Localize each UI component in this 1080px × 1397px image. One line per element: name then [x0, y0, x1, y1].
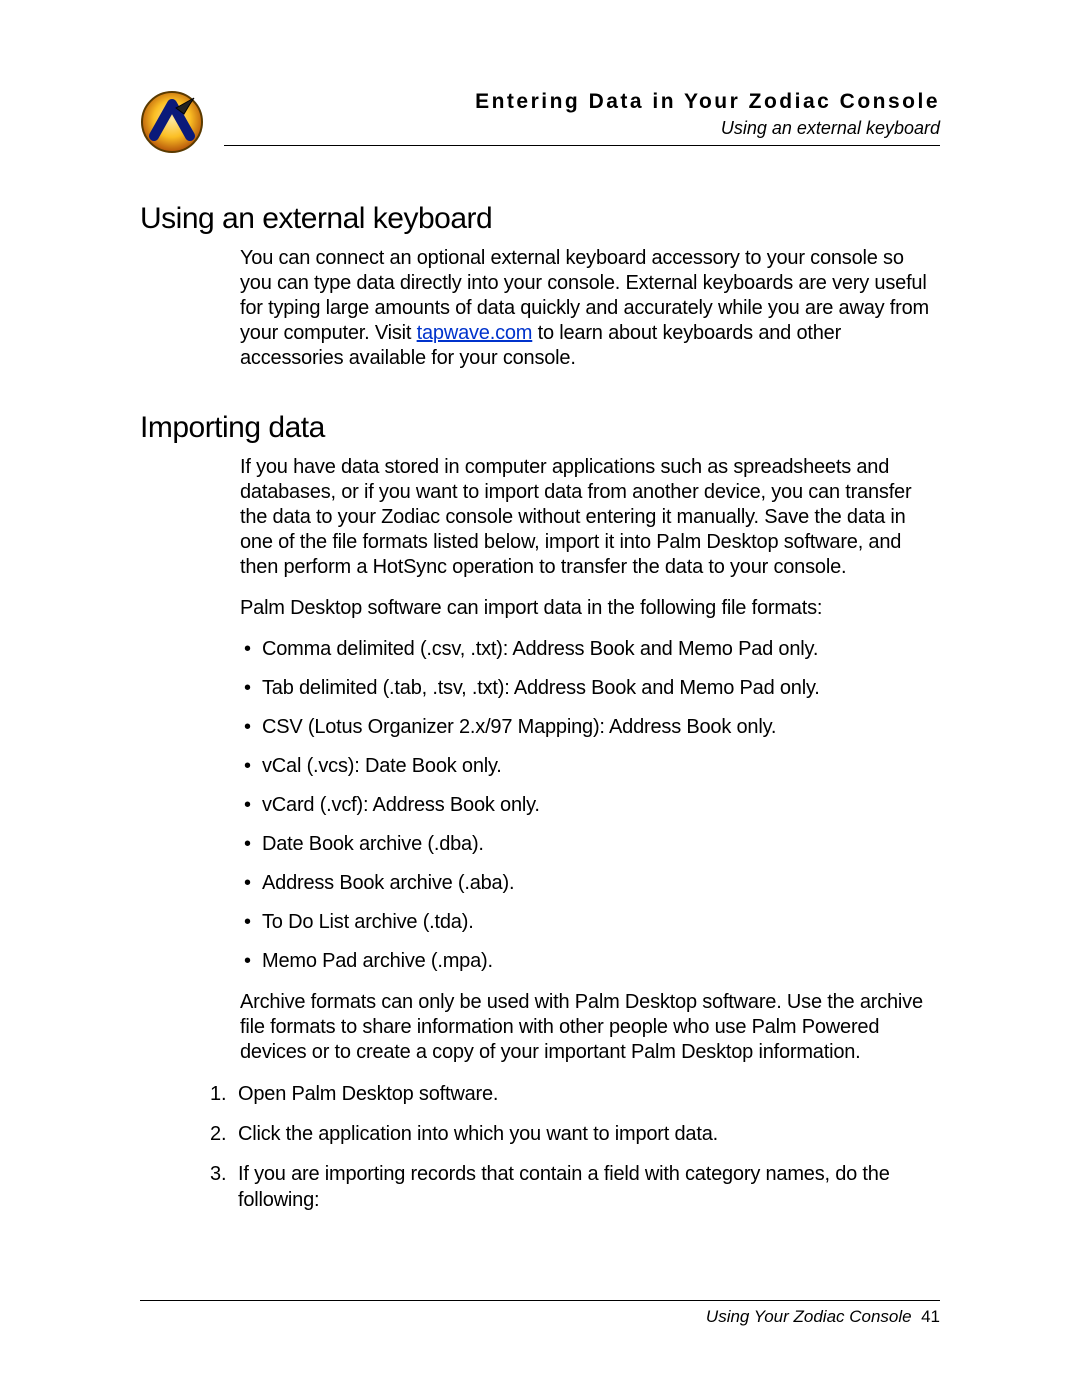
link-tapwave[interactable]: tapwave.com [417, 322, 533, 344]
steps-list: Open Palm Desktop software. Click the ap… [210, 1081, 940, 1213]
step-item: If you are importing records that contai… [210, 1161, 940, 1213]
list-item: vCard (.vcf): Address Book only. [240, 793, 940, 818]
step-item: Open Palm Desktop software. [210, 1081, 940, 1107]
chapter-title: Entering Data in Your Zodiac Console [224, 90, 940, 114]
list-item: To Do List archive (.tda). [240, 910, 940, 935]
footer-rule [140, 1300, 940, 1301]
paragraph: Archive formats can only be used with Pa… [240, 990, 940, 1065]
list-item: CSV (Lotus Organizer 2.x/97 Mapping): Ad… [240, 715, 940, 740]
footer-doc-title: Using Your Zodiac Console [706, 1307, 912, 1326]
section-external-keyboard: Using an external keyboard You can conne… [140, 202, 940, 371]
format-list: Comma delimited (.csv, .txt): Address Bo… [240, 637, 940, 974]
paragraph: If you have data stored in computer appl… [240, 455, 940, 580]
page-header: Entering Data in Your Zodiac Console Usi… [140, 90, 940, 154]
list-item: Address Book archive (.aba). [240, 871, 940, 896]
document-page: Entering Data in Your Zodiac Console Usi… [0, 0, 1080, 1397]
header-rule [224, 145, 940, 146]
heading-importing-data: Importing data [140, 411, 940, 445]
list-item: Date Book archive (.dba). [240, 832, 940, 857]
paragraph: You can connect an optional external key… [240, 246, 940, 371]
page-number: 41 [921, 1307, 940, 1326]
list-item: Comma delimited (.csv, .txt): Address Bo… [240, 637, 940, 662]
paragraph: Palm Desktop software can import data in… [240, 596, 940, 621]
list-item: Memo Pad archive (.mpa). [240, 949, 940, 974]
page-footer: Using Your Zodiac Console 41 [140, 1300, 940, 1327]
section-subtitle: Using an external keyboard [224, 118, 940, 139]
heading-external-keyboard: Using an external keyboard [140, 202, 940, 236]
list-item: vCal (.vcs): Date Book only. [240, 754, 940, 779]
list-item: Tab delimited (.tab, .tsv, .txt): Addres… [240, 676, 940, 701]
logo-icon [140, 90, 204, 154]
step-item: Click the application into which you wan… [210, 1121, 940, 1147]
section-importing-data: Importing data If you have data stored i… [140, 411, 940, 1213]
